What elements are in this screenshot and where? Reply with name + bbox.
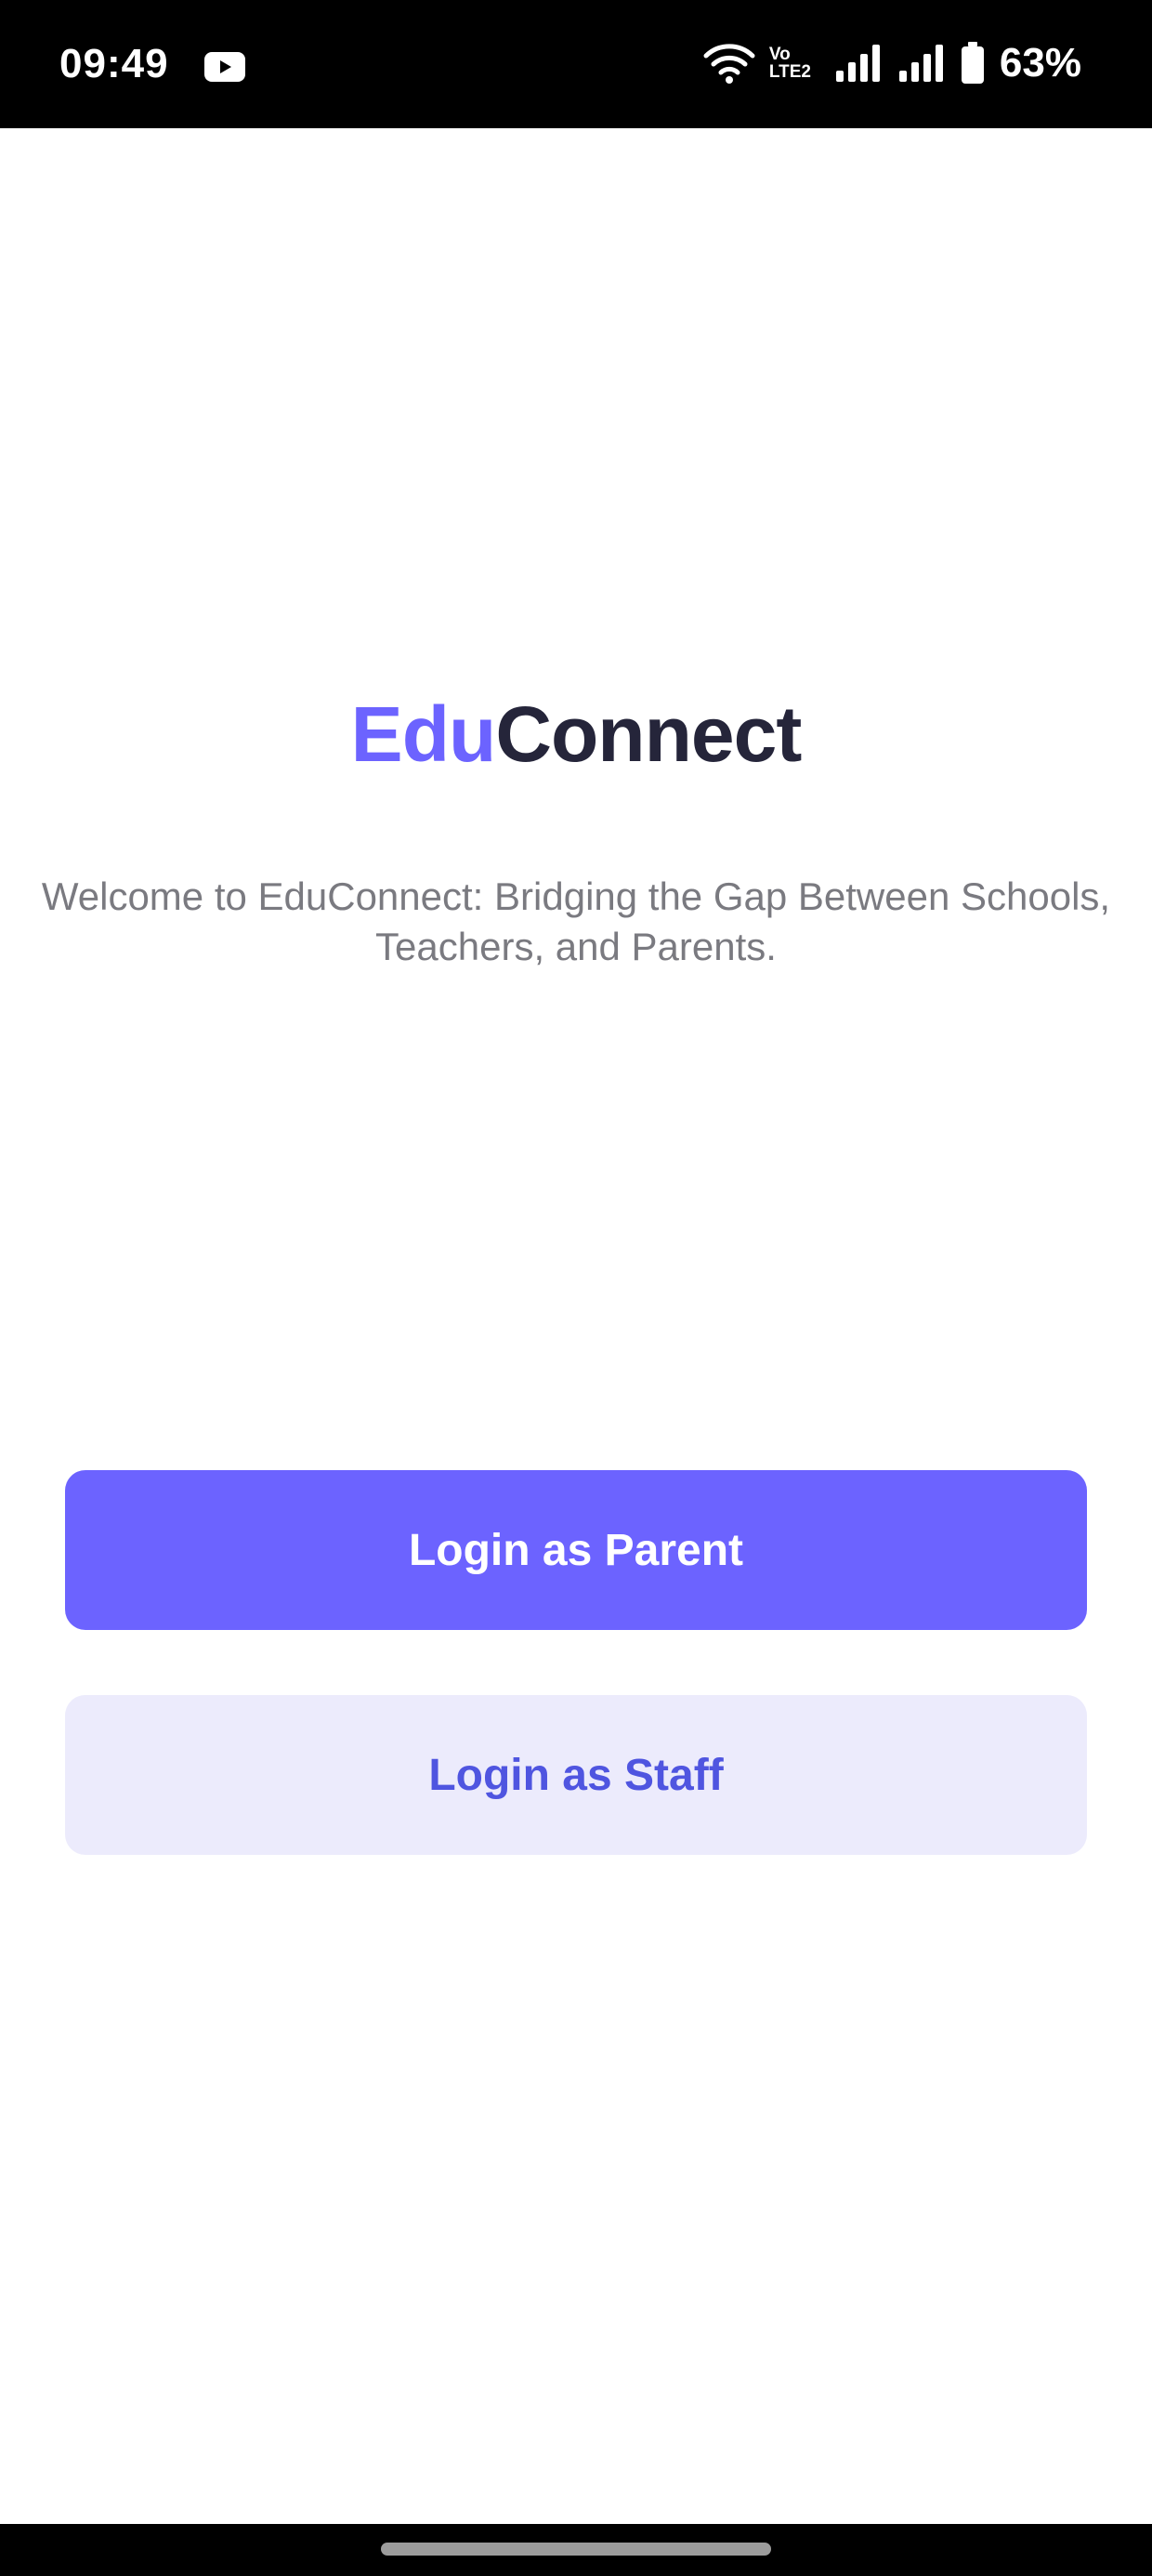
- wifi-icon: [703, 44, 755, 84]
- volte-icon: Vo LTE2: [769, 46, 821, 81]
- signal-icon: [898, 45, 943, 82]
- welcome-message: Welcome to EduConnect: Bridging the Gap …: [0, 872, 1152, 972]
- status-bar: 09:49 Vo LTE2 63%: [0, 0, 1152, 128]
- login-as-staff-button[interactable]: Login as Staff: [65, 1695, 1087, 1855]
- status-time: 09:49: [59, 41, 169, 86]
- battery-icon: [961, 42, 984, 84]
- brand-logo-part-edu: Edu: [350, 690, 497, 778]
- welcome-line-1: Welcome to EduConnect: Bridging the Gap …: [41, 874, 1111, 918]
- app-screen: 09:49 Vo LTE2 63% EduConnect Welcome to …: [0, 0, 1152, 2576]
- brand-logo-part-connect: Connect: [495, 690, 802, 778]
- battery-percentage: 63%: [999, 40, 1081, 85]
- navigation-bar: [0, 2524, 1152, 2576]
- home-indicator[interactable]: [381, 2543, 771, 2556]
- brand-logo: EduConnect: [0, 688, 1152, 781]
- youtube-icon: [204, 52, 245, 82]
- volte-label-top: Vo: [768, 45, 791, 64]
- login-as-parent-button[interactable]: Login as Parent: [65, 1470, 1087, 1630]
- status-icons: Vo LTE2 63%: [702, 37, 1081, 89]
- signal-icon: [835, 45, 880, 82]
- volte-label-bottom: LTE2: [768, 62, 811, 82]
- welcome-line-2: Teachers, and Parents.: [375, 925, 777, 968]
